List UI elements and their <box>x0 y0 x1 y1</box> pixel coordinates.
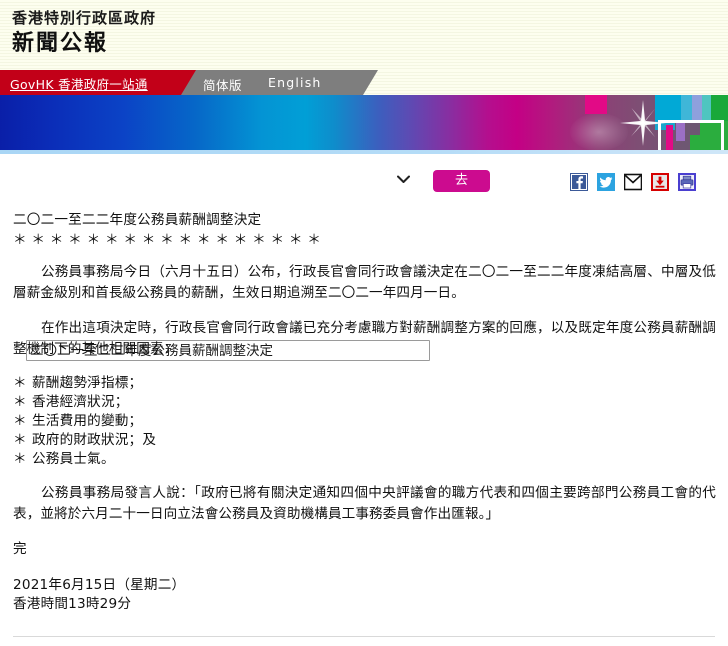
bullet-symbol: ＊ <box>13 451 27 467</box>
lang-simplified-chinese-link[interactable]: 简体版 <box>203 75 242 94</box>
banner-square-magenta <box>585 95 607 114</box>
government-name: 香港特別行政區政府 <box>12 9 157 27</box>
list-item-label: 香港經濟狀況； <box>32 394 129 410</box>
bullet-symbol: ＊ <box>13 375 27 391</box>
archive-select-wrapper[interactable]: 二〇二一至二二年度公務員薪酬調整決定 <box>13 170 430 361</box>
email-icon[interactable] <box>624 173 642 191</box>
govhk-link[interactable]: GovHK 香港政府一站通 <box>10 74 148 93</box>
decorative-color-banner <box>0 95 728 154</box>
share-icon-group <box>570 173 696 191</box>
factor-list: ＊薪酬趨勢淨指標； ＊香港經濟狀況； ＊生活費用的變動； ＊政府的財政狀況；及 … <box>13 374 716 469</box>
top-navigation-bar: GovHK 香港政府一站通 简体版 English <box>0 70 728 95</box>
list-item: ＊ 薪酬趨勢淨指標； <box>13 374 716 393</box>
download-icon[interactable] <box>651 173 669 191</box>
article-paragraph-1: 公務員事務局今日（六月十五日）公布，行政長官會同行政會議決定在二〇二一至二二年度… <box>13 264 716 301</box>
list-item-label: 公務員士氣。 <box>32 451 115 467</box>
list-item: ＊ 香港經濟狀況； <box>13 393 716 412</box>
article-title: 二〇二一至二二年度公務員薪酬調整決定 <box>13 212 262 228</box>
article-time: 香港時間13時29分 <box>13 596 132 612</box>
banner-square-cyan-light <box>681 95 692 121</box>
article-star-divider: ＊＊＊＊＊＊＊＊＊＊＊＊＊＊＊＊＊ <box>13 232 326 248</box>
banner-underline <box>0 150 728 154</box>
bullet-symbol: ＊ <box>13 432 27 448</box>
facebook-icon[interactable] <box>570 173 588 191</box>
article-paragraph-3: 公務員事務局發言人說：「政府已將有關決定通知四個中央評議會的職方代表和四個主要跨… <box>13 485 716 522</box>
article-end-mark: 完 <box>13 541 27 557</box>
page-title: 新聞公報 <box>12 31 109 56</box>
article-paragraph-2: 在作出這項決定時，行政長官會同行政會議已充分考慮職方對薪酬調整方案的回應，以及既… <box>13 320 716 357</box>
bullet-symbol: ＊ <box>13 394 27 410</box>
banner-square-periwinkle <box>692 95 702 121</box>
article-date: 2021年6月15日（星期二） <box>13 577 186 593</box>
twitter-icon[interactable] <box>597 173 615 191</box>
banner-white-frame <box>658 120 724 151</box>
banner-square-teal <box>702 95 711 121</box>
list-item-label: 薪酬趨勢淨指標； <box>32 375 143 391</box>
site-header: 香港特別行政區政府 新聞公報 <box>0 0 728 70</box>
chevron-down-icon <box>397 175 410 183</box>
list-item: ＊ 公務員士氣。 <box>13 450 716 469</box>
list-item: ＊ 生活費用的變動； <box>13 412 716 431</box>
list-item-label: 政府的財政狀況；及 <box>32 432 157 448</box>
list-item: ＊ 政府的財政狀況；及 <box>13 431 716 450</box>
print-icon[interactable] <box>678 173 696 191</box>
list-item-label: 生活費用的變動； <box>32 413 143 429</box>
lang-english-link[interactable]: English <box>268 75 322 90</box>
banner-square-green <box>711 95 728 121</box>
go-button[interactable]: 去 <box>433 170 490 192</box>
footer-divider <box>13 636 715 637</box>
sparkle-icon <box>620 100 666 146</box>
article-body: 二〇二一至二二年度公務員薪酬調整決定 ＊＊＊＊＊＊＊＊＊＊＊＊＊＊＊＊＊ 公務員… <box>0 210 728 614</box>
bullet-symbol: ＊ <box>13 413 27 429</box>
